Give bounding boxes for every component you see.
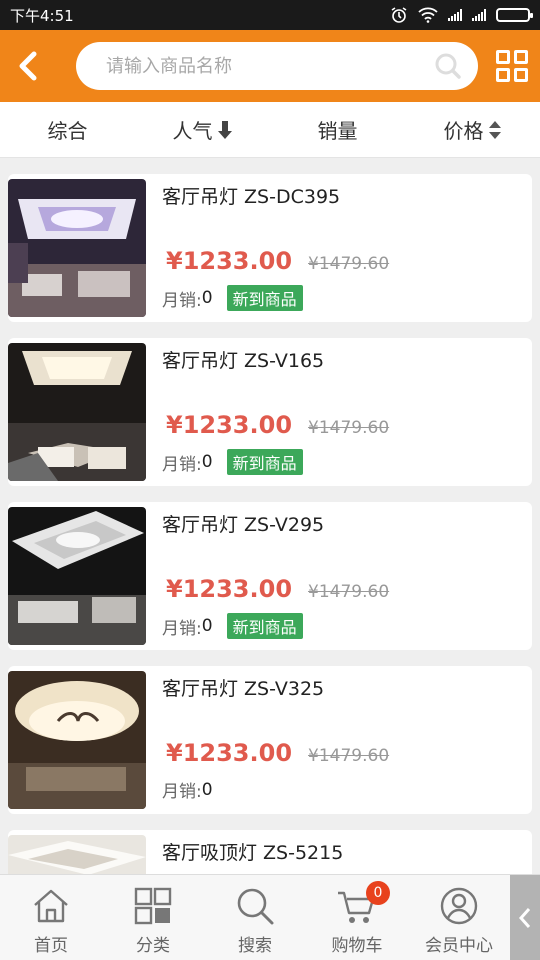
product-card[interactable]: 客厅吊灯 ZS-V165 ¥1233.00 ¥1479.60 月销: 0 新到商… bbox=[8, 338, 532, 486]
sales-count: 0 bbox=[201, 288, 213, 308]
product-image[interactable] bbox=[8, 179, 146, 317]
alarm-icon bbox=[391, 7, 407, 23]
sort-label: 销量 bbox=[317, 119, 358, 143]
product-title[interactable]: 客厅吊灯 ZS-DC395 bbox=[162, 182, 532, 209]
search-icon bbox=[237, 888, 274, 925]
sort-label: 人气 bbox=[172, 119, 213, 143]
status-icons bbox=[390, 6, 533, 24]
tab-label: 购物车 bbox=[331, 936, 383, 956]
product-image[interactable] bbox=[8, 343, 146, 481]
product-price: ¥1233.00 bbox=[166, 575, 293, 603]
sort-label: 综合 bbox=[47, 119, 88, 143]
sales-count: 0 bbox=[201, 779, 213, 800]
status-time: 下午4:51 bbox=[10, 6, 74, 25]
wifi-icon bbox=[418, 7, 438, 23]
sort-comprehensive[interactable]: 综合 bbox=[0, 115, 135, 144]
new-arrival-tag: 新到商品 bbox=[226, 449, 303, 475]
bottom-tabbar: 首页 分类 搜索 购物车 0 会员中心 bbox=[0, 874, 540, 960]
product-list: 客厅吊灯 ZS-DC395 ¥1233.00 ¥1479.60 月销: 0 新到… bbox=[0, 158, 540, 960]
header bbox=[0, 30, 540, 102]
tab-label: 分类 bbox=[136, 936, 170, 956]
back-arrow-icon bbox=[19, 51, 37, 81]
tab-label: 搜索 bbox=[238, 936, 272, 956]
search-icon[interactable] bbox=[434, 52, 462, 80]
status-bar: 下午4:51 bbox=[0, 0, 540, 30]
product-card[interactable]: 客厅吊灯 ZS-V295 ¥1233.00 ¥1479.60 月销: 0 新到商… bbox=[8, 502, 532, 650]
product-card[interactable]: 客厅吊灯 ZS-DC395 ¥1233.00 ¥1479.60 月销: 0 新到… bbox=[8, 174, 532, 322]
sales-label: 月销: bbox=[162, 618, 202, 639]
search-box[interactable] bbox=[76, 42, 478, 90]
arrow-down-icon bbox=[217, 120, 232, 139]
side-panel-toggle[interactable] bbox=[510, 875, 540, 960]
sort-popularity[interactable]: 人气 bbox=[135, 115, 270, 144]
tab-category[interactable]: 分类 bbox=[102, 875, 204, 960]
battery-icon bbox=[496, 8, 533, 22]
sort-price[interactable]: 价格 bbox=[405, 115, 540, 144]
search-input[interactable] bbox=[106, 55, 434, 77]
tab-label: 会员中心 bbox=[425, 936, 493, 956]
sales-label: 月销: bbox=[162, 454, 202, 475]
signal-icon bbox=[448, 9, 462, 21]
sales-count: 0 bbox=[201, 452, 213, 472]
sort-bar: 综合 人气 销量 价格 bbox=[0, 102, 540, 158]
back-button[interactable] bbox=[16, 41, 66, 91]
sales-label: 月销: bbox=[162, 290, 202, 311]
product-title[interactable]: 客厅吸顶灯 ZS-5215 bbox=[162, 838, 532, 865]
tab-label: 首页 bbox=[34, 936, 68, 956]
chevron-left-icon bbox=[518, 907, 531, 928]
tab-cart[interactable]: 购物车 0 bbox=[306, 875, 408, 960]
product-image[interactable] bbox=[8, 507, 146, 645]
sort-sales[interactable]: 销量 bbox=[270, 115, 405, 144]
tab-home[interactable]: 首页 bbox=[0, 875, 102, 960]
cart-badge: 0 bbox=[366, 881, 390, 905]
product-image[interactable] bbox=[8, 671, 146, 809]
home-icon bbox=[34, 889, 68, 923]
product-title[interactable]: 客厅吊灯 ZS-V165 bbox=[162, 346, 532, 373]
product-card[interactable]: 客厅吊灯 ZS-V325 ¥1233.00 ¥1479.60 月销: 0 bbox=[8, 666, 532, 814]
sales-label: 月销: bbox=[162, 782, 202, 802]
tab-search[interactable]: 搜索 bbox=[204, 875, 306, 960]
sort-label: 价格 bbox=[443, 119, 484, 143]
signal-icon-2 bbox=[472, 9, 486, 21]
product-title[interactable]: 客厅吊灯 ZS-V325 bbox=[162, 674, 532, 701]
new-arrival-tag: 新到商品 bbox=[226, 285, 303, 311]
new-arrival-tag: 新到商品 bbox=[226, 613, 303, 639]
product-old-price: ¥1479.60 bbox=[308, 582, 390, 602]
product-price: ¥1233.00 bbox=[166, 247, 293, 275]
product-title[interactable]: 客厅吊灯 ZS-V295 bbox=[162, 510, 532, 537]
product-old-price: ¥1479.60 bbox=[308, 746, 390, 766]
sort-updown-icon bbox=[488, 120, 501, 139]
product-price: ¥1233.00 bbox=[166, 411, 293, 439]
category-icon bbox=[134, 887, 172, 925]
product-price: ¥1233.00 bbox=[166, 739, 293, 767]
tab-member[interactable]: 会员中心 bbox=[408, 875, 510, 960]
product-old-price: ¥1479.60 bbox=[308, 418, 390, 438]
grid-view-icon[interactable] bbox=[496, 50, 528, 82]
sales-count: 0 bbox=[201, 616, 213, 636]
user-icon bbox=[440, 887, 478, 925]
product-old-price: ¥1479.60 bbox=[308, 254, 390, 274]
